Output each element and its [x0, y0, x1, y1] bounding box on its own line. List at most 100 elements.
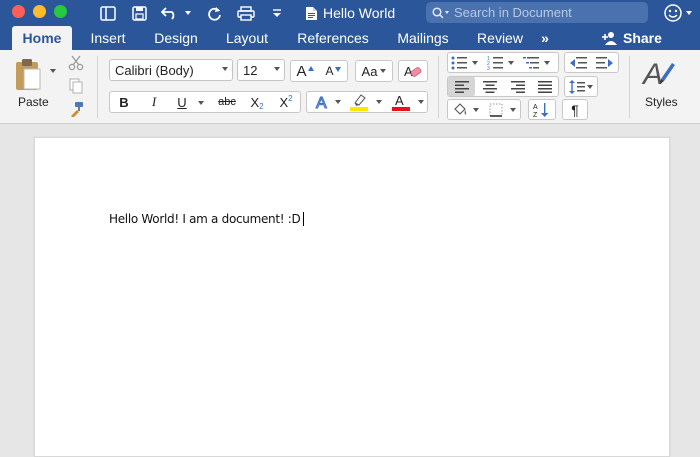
feedback-dropdown-chevron-icon[interactable]	[684, 3, 694, 23]
highlight-icon[interactable]	[346, 92, 372, 112]
borders-chevron-icon[interactable]	[509, 106, 517, 114]
svg-text:A: A	[316, 95, 327, 111]
grow-font-button[interactable]: A	[291, 61, 319, 81]
change-case-chevron-icon	[380, 69, 387, 73]
multilevel-list-chevron-icon[interactable]	[543, 59, 551, 67]
sort-icon: AZ	[533, 102, 551, 118]
show-formatting-marks-button[interactable]: ¶	[562, 99, 588, 120]
tab-review[interactable]: Review	[470, 26, 530, 50]
undo-icon[interactable]	[160, 3, 180, 23]
ribbon-tabs: Home Insert Design Layout References Mai…	[0, 26, 700, 50]
font-size-dropdown-chevron-icon	[274, 67, 280, 71]
document-body[interactable]: Hello World! I am a document! :D	[109, 212, 305, 226]
font-name-value: Calibri (Body)	[115, 62, 194, 78]
paste-dropdown-chevron-icon[interactable]	[48, 66, 58, 76]
superscript-label: X	[279, 94, 289, 110]
underline-button[interactable]: U	[170, 92, 194, 112]
close-window-button[interactable]	[12, 5, 25, 18]
font-size-select[interactable]: 12	[237, 59, 285, 81]
font-color-chevron-icon[interactable]	[417, 98, 425, 106]
redo-icon[interactable]	[203, 3, 225, 23]
font-color-icon[interactable]: A	[388, 92, 414, 112]
styles-icon[interactable]: A	[639, 56, 679, 92]
text-effects-icon[interactable]: A	[311, 92, 335, 112]
align-right-icon[interactable]	[504, 77, 531, 96]
italic-button[interactable]: I	[140, 92, 168, 112]
paste-icon[interactable]	[12, 56, 44, 92]
borders-icon[interactable]	[485, 100, 507, 119]
print-icon[interactable]	[234, 3, 258, 23]
numbering-chevron-icon[interactable]	[507, 59, 515, 67]
share-label: Share	[623, 30, 662, 46]
tab-insert[interactable]: Insert	[80, 26, 136, 50]
strikethrough-button[interactable]: abc	[212, 92, 242, 112]
change-case-label: Aa	[361, 63, 378, 79]
styles-label: Styles	[645, 95, 678, 109]
document-page[interactable]: Hello World! I am a document! :D	[34, 137, 670, 457]
tab-layout[interactable]: Layout	[217, 26, 277, 50]
subscript-mark: 2	[259, 101, 264, 111]
font-name-select[interactable]: Calibri (Body)	[109, 59, 233, 81]
title-bar: Hello World	[0, 0, 700, 26]
svg-text:A: A	[533, 104, 538, 111]
home-ribbon: Paste Calibri (Body) 12 A A Aa A B I U a…	[0, 50, 700, 124]
shrink-font-button[interactable]: A	[319, 61, 347, 81]
underline-dropdown-chevron-icon[interactable]	[196, 99, 206, 107]
align-left-icon[interactable]	[448, 77, 475, 96]
highlight-chevron-icon[interactable]	[375, 98, 383, 106]
bullets-icon[interactable]	[449, 53, 469, 72]
save-icon[interactable]	[128, 3, 150, 23]
bullets-chevron-icon[interactable]	[471, 59, 479, 67]
share-button[interactable]: Share	[601, 26, 662, 50]
bold-button[interactable]: B	[110, 92, 138, 112]
feedback-smiley-icon[interactable]	[663, 3, 683, 23]
document-title: Hello World	[305, 3, 395, 23]
format-painter-icon[interactable]	[66, 99, 86, 119]
word-document-icon	[305, 6, 318, 21]
search-input[interactable]	[454, 5, 644, 20]
increase-indent-icon[interactable]	[593, 53, 617, 72]
line-spacing-button[interactable]	[564, 76, 598, 97]
triangle-down-icon	[334, 66, 341, 72]
clear-formatting-button[interactable]: A	[398, 60, 428, 82]
svg-text:A: A	[395, 93, 404, 108]
decrease-indent-icon[interactable]	[566, 53, 590, 72]
text-cursor	[303, 212, 305, 226]
align-center-icon[interactable]	[476, 77, 503, 96]
tab-home[interactable]: Home	[12, 26, 72, 50]
ribbon-separator	[629, 56, 630, 118]
svg-text:A: A	[641, 58, 663, 91]
tab-design[interactable]: Design	[145, 26, 207, 50]
zoom-window-button[interactable]	[54, 5, 67, 18]
font-grow-shrink-group: A A	[290, 60, 348, 82]
superscript-button[interactable]: X2	[272, 92, 300, 112]
superscript-mark: 2	[288, 93, 293, 103]
document-paragraph[interactable]: Hello World! I am a document! :D	[109, 212, 301, 226]
search-icon	[432, 6, 450, 19]
ribbon-separator	[438, 56, 439, 118]
line-spacing-icon	[569, 79, 585, 94]
shading-chevron-icon[interactable]	[472, 106, 480, 114]
svg-text:Z: Z	[533, 112, 538, 118]
minimize-window-button[interactable]	[33, 5, 46, 18]
search-box[interactable]	[426, 2, 648, 23]
grow-font-label: A	[296, 62, 307, 80]
justify-icon[interactable]	[531, 77, 558, 96]
copy-icon[interactable]	[66, 76, 86, 96]
text-effects-chevron-icon[interactable]	[334, 98, 342, 106]
more-tabs-button[interactable]: »	[534, 26, 556, 50]
change-case-button[interactable]: Aa	[355, 60, 393, 82]
numbering-icon[interactable]: 123	[485, 53, 505, 72]
subscript-button[interactable]: X2	[244, 92, 270, 112]
customize-toolbar-icon[interactable]	[270, 3, 284, 23]
sidebar-toggle-icon[interactable]	[97, 3, 119, 23]
document-canvas: Hello World! I am a document! :D	[0, 125, 700, 457]
shading-icon[interactable]	[449, 100, 471, 119]
sort-button[interactable]: AZ	[528, 99, 556, 120]
undo-dropdown-chevron-icon[interactable]	[183, 3, 193, 23]
multilevel-list-icon[interactable]	[521, 53, 541, 72]
tab-references[interactable]: References	[290, 26, 376, 50]
tab-mailings[interactable]: Mailings	[389, 26, 457, 50]
cut-icon[interactable]	[66, 53, 86, 73]
font-size-value: 12	[243, 62, 258, 78]
